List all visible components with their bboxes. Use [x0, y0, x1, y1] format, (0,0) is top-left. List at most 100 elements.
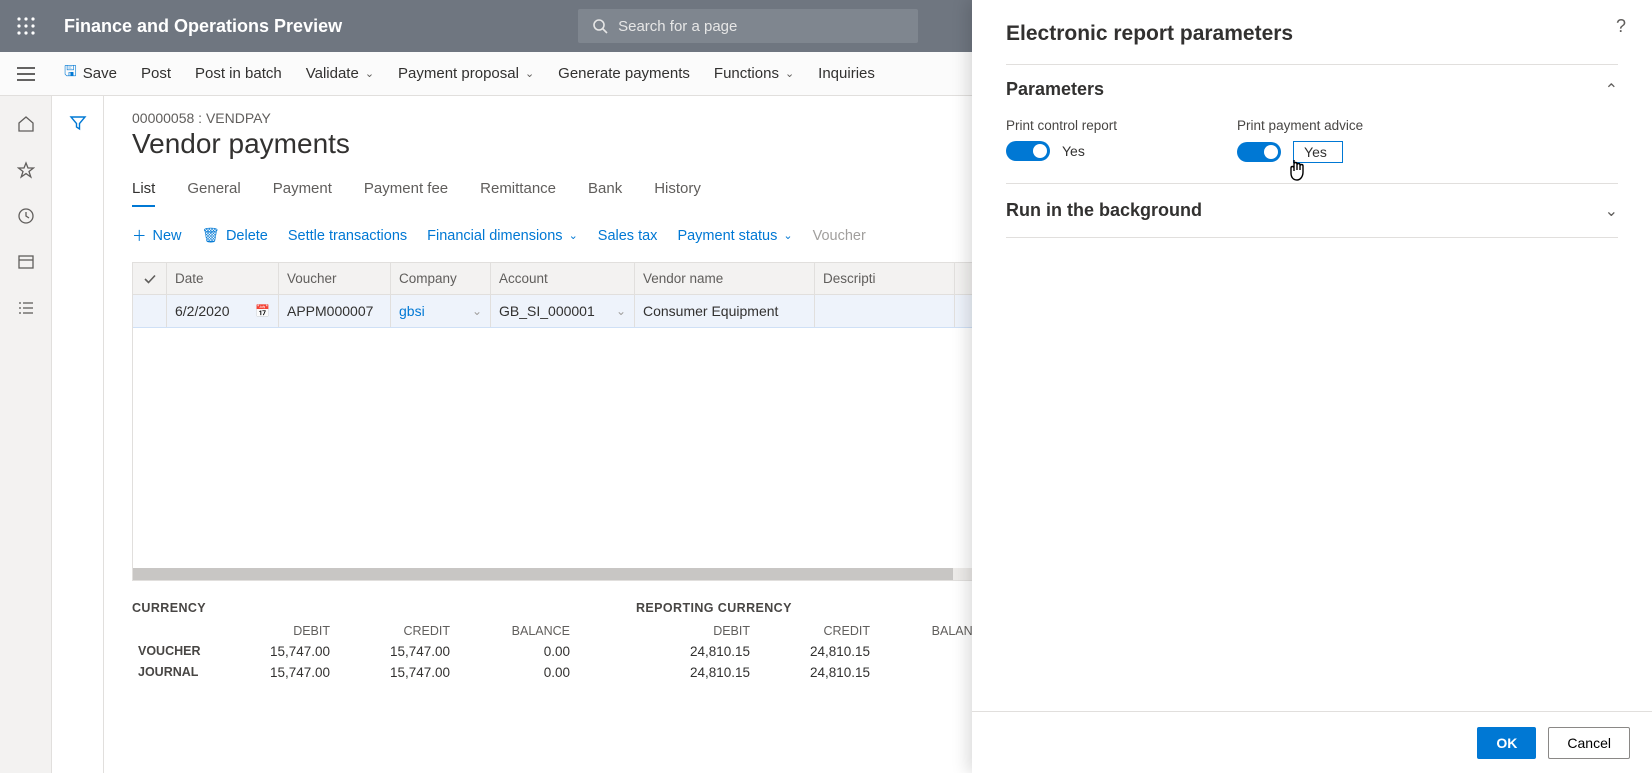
run-background-header[interactable]: Run in the background ⌄ — [1006, 200, 1618, 221]
chevron-down-icon: ⌄ — [569, 229, 578, 242]
tab-payment[interactable]: Payment — [273, 180, 332, 207]
workspaces-icon[interactable] — [16, 252, 36, 272]
print-control-toggle[interactable] — [1006, 141, 1050, 161]
financial-dimensions-menu[interactable]: Financial dimensions ⌄ — [427, 228, 578, 244]
date-value: 6/2/2020 — [175, 303, 230, 319]
ok-button[interactable]: OK — [1477, 727, 1536, 759]
scrollbar-thumb[interactable] — [133, 568, 953, 580]
print-control-report-field: Print control report Yes — [1006, 118, 1117, 163]
print-advice-label: Print payment advice — [1237, 118, 1363, 133]
payment-status-label: Payment status — [677, 228, 777, 244]
fin-dim-label: Financial dimensions — [427, 228, 562, 244]
favorites-icon[interactable] — [16, 160, 36, 180]
tab-payment-fee[interactable]: Payment fee — [364, 180, 448, 207]
parameters-header[interactable]: Parameters ⌃ — [1006, 79, 1618, 100]
print-control-value: Yes — [1062, 143, 1085, 159]
select-all-checkbox[interactable] — [133, 263, 167, 294]
col-vendor-name[interactable]: Vendor name — [635, 263, 815, 294]
voucher-balance: 0.00 — [456, 641, 576, 662]
nav-toggle-button[interactable] — [0, 52, 52, 96]
r-voucher-credit: 24,810.15 — [756, 641, 876, 662]
generate-payments-label: Generate payments — [558, 65, 690, 82]
save-button[interactable]: 🖫Save — [64, 61, 117, 86]
chevron-down-icon[interactable]: ⌄ — [616, 304, 626, 318]
chevron-down-icon: ⌄ — [365, 67, 374, 80]
functions-menu[interactable]: Functions⌄ — [714, 65, 794, 82]
tab-general[interactable]: General — [187, 180, 240, 207]
tab-bank[interactable]: Bank — [588, 180, 622, 207]
tab-list[interactable]: List — [132, 180, 155, 207]
plus-icon: ＋ — [132, 225, 147, 246]
save-icon: 🖫 — [64, 61, 77, 86]
col-description[interactable]: Descripti — [815, 263, 955, 294]
left-nav — [0, 96, 52, 773]
r-voucher-debit: 24,810.15 — [636, 641, 756, 662]
currency-title: CURRENCY — [132, 601, 576, 615]
tab-history[interactable]: History — [654, 180, 701, 207]
voucher-debit: 15,747.00 — [216, 641, 336, 662]
payment-proposal-menu[interactable]: Payment proposal⌄ — [398, 65, 534, 82]
filter-strip — [52, 96, 104, 773]
cell-voucher[interactable]: APPM000007 — [279, 295, 391, 327]
sales-tax-button[interactable]: Sales tax — [598, 228, 658, 244]
filter-icon[interactable] — [69, 114, 87, 773]
chevron-down-icon: ⌄ — [783, 229, 792, 242]
print-advice-value: Yes — [1293, 141, 1343, 163]
run-background-title: Run in the background — [1006, 200, 1202, 221]
recent-icon[interactable] — [16, 206, 36, 226]
app-launcher-icon[interactable] — [0, 0, 52, 52]
col-account[interactable]: Account — [491, 263, 635, 294]
new-button[interactable]: ＋New — [132, 225, 182, 246]
post-label: Post — [141, 65, 171, 82]
chevron-up-icon: ⌃ — [1605, 80, 1618, 100]
journal-debit: 15,747.00 — [216, 662, 336, 683]
col-debit: DEBIT — [216, 621, 336, 641]
cell-description[interactable] — [815, 295, 955, 327]
trash-icon: 🗑 — [202, 227, 220, 244]
delete-label: Delete — [226, 228, 268, 244]
voucher-value: APPM000007 — [287, 303, 373, 319]
generate-payments-button[interactable]: Generate payments — [558, 65, 690, 82]
post-in-batch-label: Post in batch — [195, 65, 282, 82]
home-icon[interactable] — [16, 114, 36, 134]
settle-button[interactable]: Settle transactions — [288, 228, 407, 244]
voucher-button[interactable]: Voucher — [813, 228, 866, 244]
inquiries-label: Inquiries — [818, 65, 875, 82]
print-advice-toggle[interactable] — [1237, 142, 1281, 162]
row-selector[interactable] — [133, 295, 167, 327]
cell-date[interactable]: 6/2/2020 📅 — [167, 295, 279, 327]
payment-status-menu[interactable]: Payment status ⌄ — [677, 228, 792, 244]
cell-company[interactable]: gbsi⌄ — [391, 295, 491, 327]
col-date[interactable]: Date — [167, 263, 279, 294]
cell-account[interactable]: GB_SI_000001⌄ — [491, 295, 635, 327]
search-input[interactable]: Search for a page — [578, 9, 918, 43]
settle-label: Settle transactions — [288, 228, 407, 244]
print-payment-advice-field: Print payment advice Yes — [1237, 118, 1363, 163]
run-background-section: Run in the background ⌄ — [1006, 184, 1618, 238]
functions-label: Functions — [714, 65, 779, 82]
tab-remittance[interactable]: Remittance — [480, 180, 556, 207]
chevron-down-icon: ⌄ — [1605, 201, 1618, 221]
col-company[interactable]: Company — [391, 263, 491, 294]
chevron-down-icon[interactable]: ⌄ — [472, 304, 482, 318]
currency-summary: CURRENCY DEBIT CREDIT BALANCE VOUCHER 15… — [132, 601, 576, 683]
cancel-button[interactable]: Cancel — [1548, 727, 1630, 759]
post-button[interactable]: Post — [141, 65, 171, 82]
r-journal-credit: 24,810.15 — [756, 662, 876, 683]
post-in-batch-button[interactable]: Post in batch — [195, 65, 282, 82]
voucher-label: Voucher — [813, 228, 866, 244]
chevron-down-icon: ⌄ — [525, 67, 534, 80]
parameters-title: Parameters — [1006, 79, 1104, 100]
calendar-icon[interactable]: 📅 — [255, 304, 270, 318]
sales-tax-label: Sales tax — [598, 228, 658, 244]
search-placeholder: Search for a page — [618, 18, 737, 35]
app-title: Finance and Operations Preview — [64, 16, 342, 37]
inquiries-button[interactable]: Inquiries — [818, 65, 875, 82]
delete-button[interactable]: 🗑 Delete — [202, 227, 268, 244]
voucher-credit: 15,747.00 — [336, 641, 456, 662]
modules-icon[interactable] — [16, 298, 36, 318]
cell-vendor-name[interactable]: Consumer Equipment — [635, 295, 815, 327]
validate-menu[interactable]: Validate⌄ — [306, 65, 374, 82]
print-control-label: Print control report — [1006, 118, 1117, 133]
col-voucher[interactable]: Voucher — [279, 263, 391, 294]
